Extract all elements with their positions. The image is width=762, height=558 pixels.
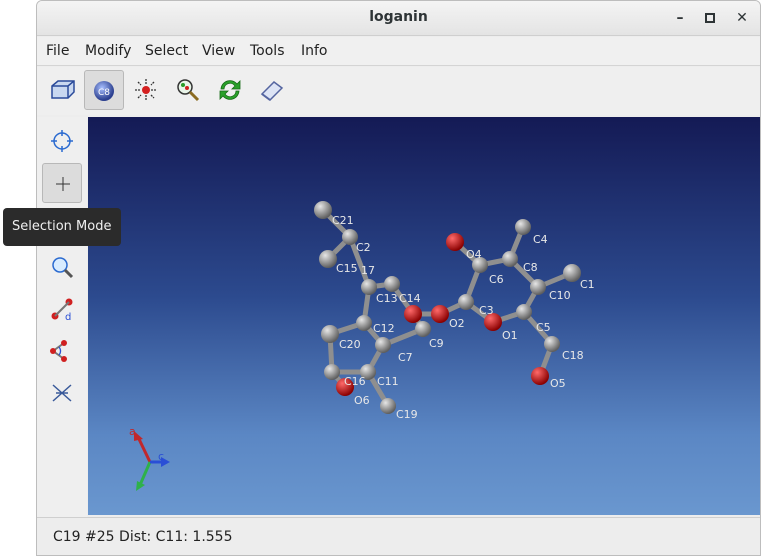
menu-info[interactable]: Info bbox=[301, 43, 328, 59]
tooltip: Selection Mode bbox=[3, 208, 121, 246]
molecule-drawing: C21 C2 C15 17 C13 C14 C12 C20 C7 C9 C16 … bbox=[129, 201, 595, 491]
atom-c4[interactable] bbox=[515, 219, 531, 235]
distance-tool-icon: d bbox=[51, 298, 73, 321]
label-c9: C9 bbox=[429, 337, 444, 350]
atom-o3[interactable] bbox=[404, 305, 422, 323]
atom-c3[interactable] bbox=[458, 294, 474, 310]
atom-label-icon-text: C8 bbox=[98, 88, 110, 98]
center-view-button[interactable] bbox=[42, 121, 82, 161]
atom-c12[interactable] bbox=[356, 315, 372, 331]
zoom-mode-button[interactable] bbox=[42, 247, 82, 287]
label-c19: C19 bbox=[396, 408, 418, 421]
rotate-refresh-icon bbox=[219, 80, 241, 100]
label-o4: O4 bbox=[466, 248, 482, 261]
selection-mode-icon bbox=[56, 177, 70, 191]
axis-c-label: c bbox=[158, 450, 164, 463]
atom-c14[interactable] bbox=[384, 276, 400, 292]
atom-label-button[interactable]: C8 bbox=[84, 70, 124, 110]
atom-c15[interactable] bbox=[319, 250, 337, 268]
menu-select[interactable]: Select bbox=[145, 43, 188, 59]
menu-file[interactable]: File bbox=[46, 43, 69, 59]
angle-tool-button[interactable] bbox=[42, 331, 82, 371]
maximize-icon bbox=[705, 13, 715, 23]
title-bar[interactable]: loganin – ✕ bbox=[37, 1, 760, 36]
left-toolbar: d bbox=[37, 117, 87, 517]
atom-c7[interactable] bbox=[375, 337, 391, 353]
main-toolbar: C8 bbox=[37, 67, 760, 115]
atom-o2[interactable] bbox=[431, 305, 449, 323]
axis-b-line bbox=[138, 461, 152, 486]
axis-a-label: a bbox=[129, 425, 136, 438]
label-c20: C20 bbox=[339, 338, 361, 351]
atom-o5[interactable] bbox=[531, 367, 549, 385]
unit-cell-icon bbox=[51, 80, 75, 99]
label-c8: C8 bbox=[523, 261, 538, 274]
label-c5: C5 bbox=[536, 321, 551, 334]
label-c6: C6 bbox=[489, 273, 504, 286]
close-button[interactable]: ✕ bbox=[731, 7, 753, 29]
atom-c9[interactable] bbox=[415, 321, 431, 337]
label-17: 17 bbox=[361, 264, 375, 277]
selection-mode-button[interactable] bbox=[42, 163, 82, 203]
minimize-button[interactable]: – bbox=[669, 7, 691, 29]
atom-c19[interactable] bbox=[380, 398, 396, 414]
label-c7: C7 bbox=[398, 351, 413, 364]
torsion-tool-icon bbox=[52, 384, 72, 402]
window-title: loganin bbox=[369, 9, 428, 25]
axes-indicator: a c bbox=[129, 425, 170, 491]
status-text: C19 #25 Dist: C11: 1.555 bbox=[53, 529, 233, 545]
unit-cell-button[interactable] bbox=[42, 70, 82, 110]
label-o5: O5 bbox=[550, 377, 566, 390]
label-c2: C2 bbox=[356, 241, 371, 254]
status-bar: C19 #25 Dist: C11: 1.555 bbox=[37, 517, 760, 555]
distance-tool-label: d bbox=[65, 312, 71, 321]
label-c4: C4 bbox=[533, 233, 548, 246]
atom-center-button[interactable] bbox=[126, 70, 166, 110]
zoom-icon bbox=[52, 257, 74, 279]
label-c11: C11 bbox=[377, 375, 399, 388]
atom-c8[interactable] bbox=[502, 251, 518, 267]
atom-c16[interactable] bbox=[324, 364, 340, 380]
atom-label-icon: C8 bbox=[94, 81, 114, 101]
atom-c20[interactable] bbox=[321, 325, 339, 343]
maximize-button[interactable] bbox=[699, 7, 721, 29]
atom-c21[interactable] bbox=[314, 201, 332, 219]
atom-center-icon bbox=[135, 79, 157, 101]
label-c13: C13 bbox=[376, 292, 398, 305]
label-c21: C21 bbox=[332, 214, 354, 227]
label-o2: O2 bbox=[449, 317, 465, 330]
menu-modify[interactable]: Modify bbox=[85, 43, 131, 59]
label-c12: C12 bbox=[373, 322, 395, 335]
label-c18: C18 bbox=[562, 349, 584, 362]
angle-tool-icon bbox=[50, 340, 67, 362]
label-o1: O1 bbox=[502, 329, 518, 342]
torsion-tool-button[interactable] bbox=[42, 373, 82, 413]
atom-c1[interactable] bbox=[563, 264, 581, 282]
menu-tools[interactable]: Tools bbox=[250, 43, 285, 59]
eraser-button[interactable] bbox=[252, 70, 292, 110]
atom-c13[interactable] bbox=[361, 279, 377, 295]
label-o6: O6 bbox=[354, 394, 370, 407]
refresh-button[interactable] bbox=[210, 70, 250, 110]
atom-c10[interactable] bbox=[530, 279, 546, 295]
label-c1: C1 bbox=[580, 278, 595, 291]
menu-view[interactable]: View bbox=[202, 43, 235, 59]
axis-a-line bbox=[136, 436, 152, 463]
zoom-atoms-icon bbox=[177, 79, 200, 102]
label-c15: C15 bbox=[336, 262, 358, 275]
label-c3: C3 bbox=[479, 304, 494, 317]
label-c14: C14 bbox=[399, 292, 421, 305]
eraser-icon bbox=[260, 81, 284, 101]
label-c10: C10 bbox=[549, 289, 571, 302]
zoom-atoms-button[interactable] bbox=[168, 70, 208, 110]
molecule-viewport[interactable]: C21 C2 C15 17 C13 C14 C12 C20 C7 C9 C16 … bbox=[88, 117, 760, 515]
menu-bar: File Modify Select View Tools Info bbox=[37, 37, 760, 66]
atom-c5[interactable] bbox=[516, 304, 532, 320]
atom-o4[interactable] bbox=[446, 233, 464, 251]
atom-c18[interactable] bbox=[544, 336, 560, 352]
crosshair-center-icon bbox=[51, 130, 73, 152]
label-c16: C16 bbox=[344, 375, 366, 388]
distance-tool-button[interactable]: d bbox=[42, 289, 82, 329]
application-window: loganin – ✕ File Modify Select View Tool… bbox=[36, 0, 761, 556]
